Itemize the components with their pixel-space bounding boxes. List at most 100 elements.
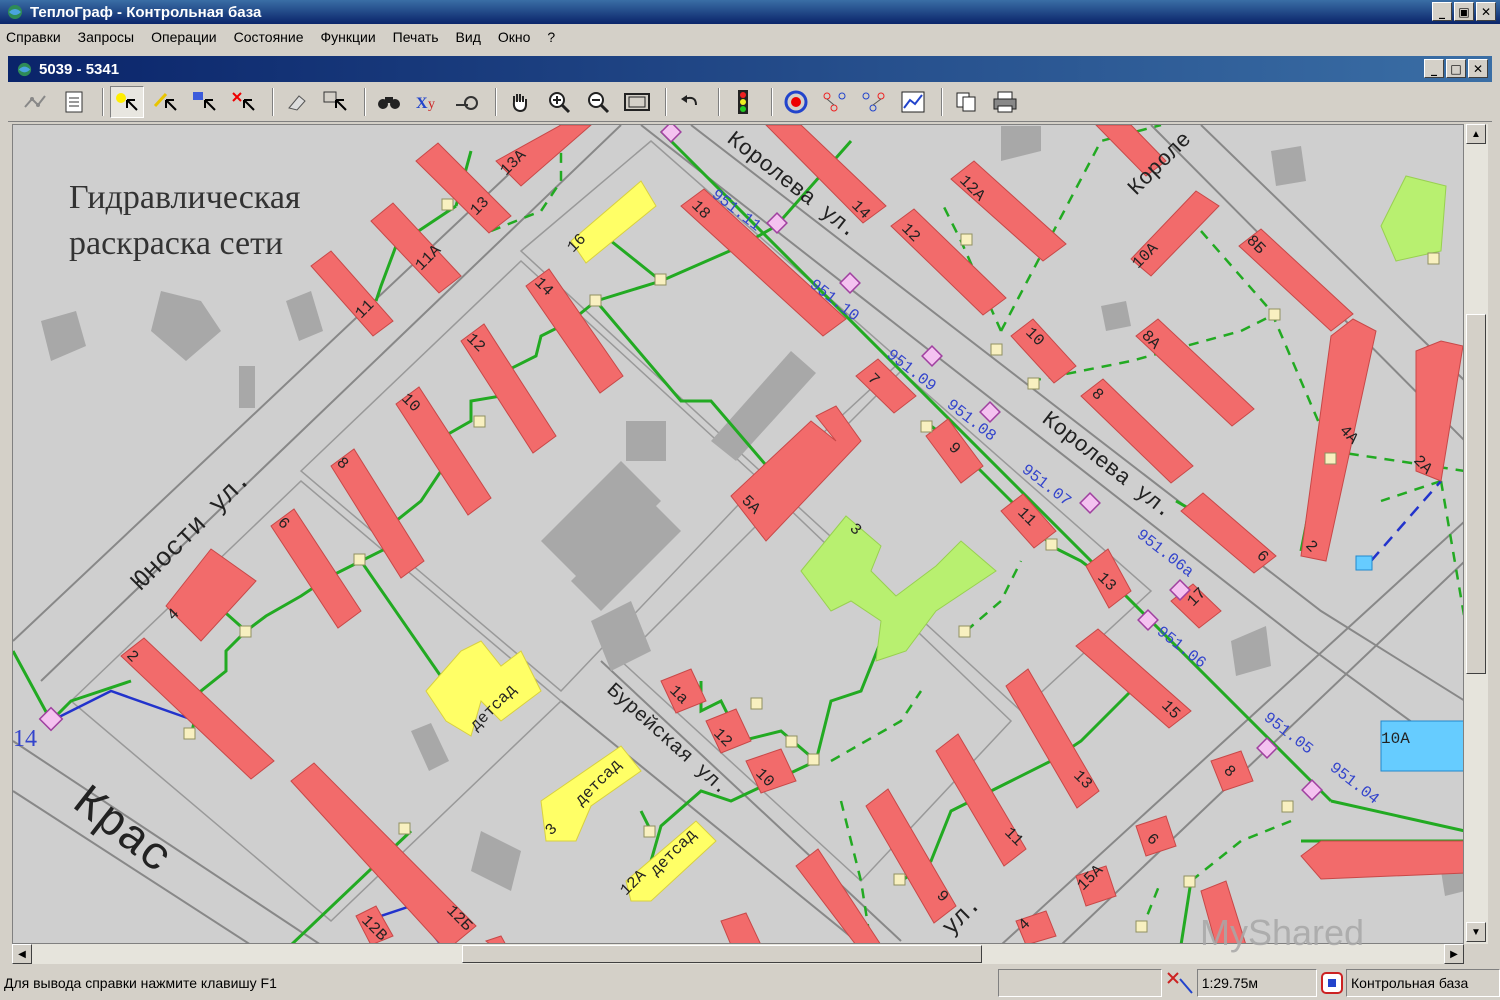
child-close-button[interactable]: ✕ bbox=[1468, 59, 1488, 78]
minimize-button[interactable]: _ bbox=[1432, 2, 1452, 21]
valve-node[interactable] bbox=[441, 198, 454, 211]
print-button[interactable] bbox=[988, 86, 1022, 118]
gray-building bbox=[471, 831, 521, 891]
valve-node[interactable] bbox=[473, 415, 486, 428]
menu-pechat[interactable]: Печать bbox=[393, 29, 439, 45]
zoom-in-button[interactable] bbox=[542, 86, 576, 118]
toolbar-separator bbox=[495, 87, 497, 116]
pipe-node[interactable] bbox=[660, 125, 682, 143]
valve-node[interactable] bbox=[960, 233, 973, 246]
deselect-icon bbox=[232, 91, 255, 111]
child-window-title: 5039 - 5341 bbox=[39, 60, 120, 78]
valve-node[interactable] bbox=[1045, 538, 1058, 551]
status-scale: 1:29.75м bbox=[1196, 969, 1318, 997]
restore-button[interactable]: ▣ bbox=[1454, 2, 1474, 21]
valve-node[interactable] bbox=[1268, 308, 1281, 321]
printer-icon bbox=[993, 91, 1017, 112]
undo-button[interactable] bbox=[673, 86, 707, 118]
copy-button[interactable] bbox=[949, 86, 983, 118]
valve-node[interactable] bbox=[1324, 452, 1337, 465]
menu-sostoyanie[interactable]: Состояние bbox=[234, 29, 304, 45]
pan-button[interactable] bbox=[503, 86, 537, 118]
valve-node[interactable] bbox=[990, 343, 1003, 356]
scroll-down-button[interactable]: ▼ bbox=[1466, 922, 1486, 942]
map-caption: Гидравлическая раскраска сети bbox=[69, 175, 301, 267]
document-icon bbox=[65, 91, 83, 112]
network-icon bbox=[24, 94, 46, 108]
zoom-out-button[interactable] bbox=[581, 86, 615, 118]
menu-operacii[interactable]: Операции bbox=[151, 29, 217, 45]
valve-node[interactable] bbox=[785, 735, 798, 748]
valve-node[interactable] bbox=[589, 294, 602, 307]
measure-button[interactable] bbox=[450, 86, 484, 118]
select-line-button[interactable] bbox=[149, 86, 183, 118]
zoom-extent-button[interactable] bbox=[620, 86, 654, 118]
valve-node[interactable] bbox=[1135, 920, 1148, 933]
gray-building bbox=[1271, 146, 1306, 186]
menu-vid[interactable]: Вид bbox=[456, 29, 481, 45]
menu-funkcii[interactable]: Функции bbox=[320, 29, 375, 45]
binoculars-icon bbox=[378, 96, 400, 109]
pipe-node[interactable] bbox=[839, 272, 861, 294]
valve-node[interactable] bbox=[654, 273, 667, 286]
select-tool-button[interactable] bbox=[110, 85, 144, 118]
menu-spravki[interactable]: Справки bbox=[6, 29, 61, 45]
pipe bbox=[1179, 880, 1193, 943]
gray-building bbox=[626, 421, 666, 461]
scale-cursor-icon bbox=[1167, 972, 1193, 994]
nodes-button[interactable] bbox=[818, 86, 852, 118]
pipe-node[interactable] bbox=[1079, 492, 1101, 514]
gray-building bbox=[591, 601, 651, 671]
coordinates-button[interactable]: Xy bbox=[411, 86, 445, 118]
close-button[interactable]: ✕ bbox=[1476, 2, 1496, 21]
valve-node[interactable] bbox=[920, 420, 933, 433]
valve-node[interactable] bbox=[398, 822, 411, 835]
horizontal-scroll-thumb[interactable] bbox=[462, 945, 982, 963]
select-area-button[interactable] bbox=[188, 86, 222, 118]
valve-node[interactable] bbox=[1027, 377, 1040, 390]
properties-button[interactable] bbox=[57, 86, 91, 118]
valve-node[interactable] bbox=[807, 753, 820, 766]
valve-node[interactable] bbox=[239, 625, 252, 638]
child-maximize-button[interactable]: □ bbox=[1446, 59, 1466, 78]
network-tool-button[interactable] bbox=[18, 86, 52, 118]
hand-icon bbox=[512, 93, 527, 112]
menu-okno[interactable]: Окно bbox=[498, 29, 531, 45]
scroll-right-button[interactable]: ▶ bbox=[1444, 944, 1464, 964]
gray-building bbox=[239, 366, 255, 408]
xy-coordinates-icon: Xy bbox=[416, 95, 435, 112]
scroll-up-button[interactable]: ▲ bbox=[1466, 124, 1486, 144]
child-window-title-bar: 5039 - 5341 _ □ ✕ bbox=[8, 56, 1492, 82]
zoom-extent-icon bbox=[624, 92, 650, 111]
valve-node[interactable] bbox=[643, 825, 656, 838]
menu-help[interactable]: ? bbox=[547, 29, 555, 45]
scroll-left-button[interactable]: ◀ bbox=[12, 944, 32, 964]
valve-node[interactable] bbox=[893, 873, 906, 886]
graph-button[interactable] bbox=[896, 86, 930, 118]
building-4a bbox=[1300, 318, 1377, 562]
state-button[interactable] bbox=[726, 86, 760, 118]
valve-node[interactable] bbox=[1281, 800, 1294, 813]
pipe-node[interactable] bbox=[921, 345, 943, 367]
child-minimize-button[interactable]: _ bbox=[1424, 59, 1444, 78]
pipe-node[interactable] bbox=[1301, 779, 1323, 801]
vertical-scroll-thumb[interactable] bbox=[1466, 314, 1486, 674]
undo-icon bbox=[681, 94, 697, 105]
valve-node[interactable] bbox=[183, 727, 196, 740]
valve-node[interactable] bbox=[958, 625, 971, 638]
svg-text:X: X bbox=[416, 95, 428, 112]
record-button[interactable] bbox=[779, 86, 813, 118]
deselect-button[interactable] bbox=[227, 86, 261, 118]
menu-zaprosy[interactable]: Запросы bbox=[78, 29, 134, 45]
erase-button[interactable] bbox=[280, 86, 314, 118]
select-object-button[interactable] bbox=[319, 86, 353, 118]
app-window: ТеплоГраф - Контрольная база _ ▣ ✕ Справ… bbox=[0, 0, 1500, 1000]
valve-node[interactable] bbox=[750, 697, 763, 710]
find-button[interactable] bbox=[372, 86, 406, 118]
valve-node[interactable] bbox=[353, 553, 366, 566]
valve-node[interactable] bbox=[1183, 875, 1196, 888]
vertical-scrollbar[interactable]: ▲ ▼ bbox=[1464, 124, 1488, 944]
nodes-2-button[interactable] bbox=[857, 86, 891, 118]
map-view[interactable]: 11 11А 13 13А 16 14 12 10 8 6 4 2 18 14 … bbox=[12, 124, 1464, 944]
valve-node[interactable] bbox=[1427, 252, 1440, 265]
